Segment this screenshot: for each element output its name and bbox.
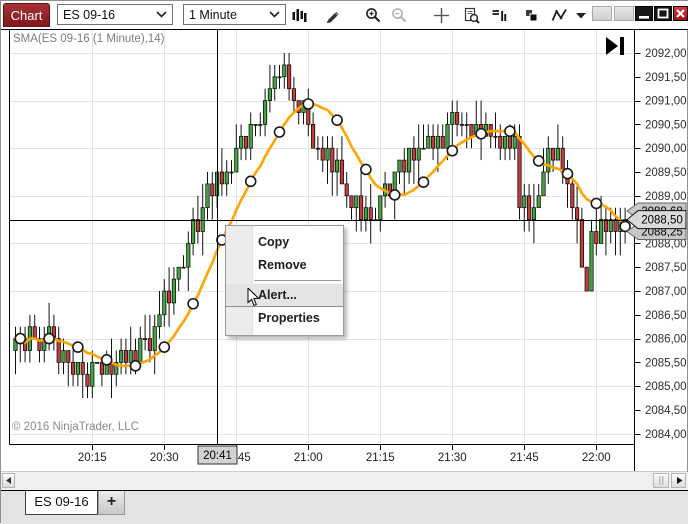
- scroll-right-icon: [673, 474, 685, 487]
- tab-bar: ES 09-16 +: [1, 491, 688, 524]
- chart-style-icon: [291, 7, 307, 23]
- svg-text:20:41: 20:41: [203, 450, 232, 462]
- svg-text:2090,00: 2090,00: [645, 143, 687, 155]
- svg-text:2089,00: 2089,00: [645, 191, 687, 203]
- time-axis: 20:1520:3020:4521:0021:1521:3021:4522:00: [78, 445, 611, 465]
- chart-canvas[interactable]: 2092,00 2091,50 2091,00 2090,50 2090,00 2089,…: [1, 1, 688, 524]
- svg-text:2089,50: 2089,50: [645, 167, 687, 179]
- svg-text:2088,50: 2088,50: [641, 215, 683, 227]
- svg-text:2086,50: 2086,50: [645, 310, 687, 322]
- data-box-icon: [463, 7, 480, 24]
- svg-text:2086,00: 2086,00: [645, 334, 687, 346]
- chart-window: 2092,00 2091,50 2091,00 2090,50 2090,00 2089,…: [0, 0, 688, 523]
- scroll-left-button[interactable]: [2, 473, 15, 488]
- data-box-button[interactable]: [459, 4, 483, 26]
- interval-dropdown[interactable]: 1 Minute: [183, 4, 286, 25]
- title-bar: Chart ES 09-16 1 Minute: [1, 1, 688, 29]
- minimize-icon: [637, 7, 651, 20]
- menu-separator: [254, 280, 341, 281]
- toolbar-blank-button-1: [592, 6, 612, 21]
- svg-text:21:00: 21:00: [294, 452, 323, 464]
- pencil-icon: [325, 7, 341, 23]
- chart-scrollbar: [1, 472, 688, 490]
- drawing-pencil-button[interactable]: [321, 4, 345, 26]
- price-axis: 2092,00 2091,50 2091,00 2090,50 2090,00 2089,…: [635, 48, 687, 441]
- toolbar-blank-button-2: [614, 6, 634, 21]
- drawing-tools-button[interactable]: [547, 4, 571, 26]
- scroll-right-button[interactable]: [671, 473, 686, 488]
- mouse-cursor: [247, 288, 260, 307]
- zoom-out-button[interactable]: [387, 4, 411, 26]
- svg-text:2090,50: 2090,50: [645, 119, 687, 131]
- svg-text:2088,00: 2088,00: [645, 238, 687, 250]
- close-button[interactable]: [673, 6, 688, 21]
- instrument-dropdown-value: ES 09-16: [63, 8, 115, 22]
- objects-icon: [523, 7, 539, 23]
- copyright-label: © 2016 NinjaTrader, LLC: [12, 421, 139, 433]
- chart-style-button[interactable]: [287, 4, 311, 26]
- dropdown-arrow-icon: [574, 7, 588, 23]
- drawing-tools-icon: [551, 7, 568, 23]
- zoom-in-icon: [365, 7, 382, 24]
- crosshair-icon: [433, 7, 450, 24]
- indicator-label: SMA(ES 09-16 (1 Minute),14): [13, 33, 164, 45]
- restore-button[interactable]: [654, 6, 672, 21]
- indicators-button[interactable]: [487, 4, 511, 26]
- minimize-button[interactable]: [635, 6, 653, 21]
- tab-es-09-16[interactable]: ES 09-16: [25, 491, 98, 515]
- svg-text:2084,50: 2084,50: [645, 405, 687, 417]
- go-to-end-icon: [604, 34, 628, 58]
- window-chart-tab[interactable]: Chart: [3, 3, 50, 27]
- go-to-end-button[interactable]: [603, 34, 629, 58]
- zoom-in-button[interactable]: [361, 4, 385, 26]
- scroll-left-icon: [3, 474, 14, 487]
- svg-text:2091,00: 2091,00: [645, 96, 687, 108]
- svg-text:21:45: 21:45: [510, 452, 539, 464]
- more-tools-dropdown-button[interactable]: [573, 4, 589, 26]
- context-menu: Copy Remove Alert... Properties: [225, 225, 344, 336]
- svg-text:21:30: 21:30: [438, 452, 467, 464]
- svg-text:2085,00: 2085,00: [645, 381, 687, 393]
- splitter-grip-button[interactable]: [653, 473, 669, 488]
- svg-text:2085,50: 2085,50: [645, 357, 687, 369]
- svg-text:2087,00: 2087,00: [645, 286, 687, 298]
- add-tab-button[interactable]: +: [98, 491, 125, 515]
- restore-icon: [656, 7, 670, 20]
- menu-item-copy[interactable]: Copy: [226, 231, 343, 254]
- svg-text:2084,00: 2084,00: [645, 429, 687, 441]
- instrument-dropdown[interactable]: ES 09-16: [57, 4, 173, 25]
- indicator-panel-icon: [491, 7, 507, 23]
- chart-objects-button[interactable]: [519, 4, 543, 26]
- menu-item-alert[interactable]: Alert...: [226, 284, 343, 307]
- svg-text:2091,50: 2091,50: [645, 72, 687, 84]
- svg-text:20:30: 20:30: [150, 452, 179, 464]
- splitter-grip-icon: [655, 474, 667, 487]
- svg-text:22:00: 22:00: [582, 452, 611, 464]
- menu-item-remove[interactable]: Remove: [226, 254, 343, 277]
- menu-item-properties[interactable]: Properties: [226, 307, 343, 330]
- chevron-down-icon: [156, 11, 167, 18]
- svg-text:21:15: 21:15: [366, 452, 395, 464]
- svg-text:2087,50: 2087,50: [645, 262, 687, 274]
- chevron-down-icon: [269, 11, 280, 18]
- interval-dropdown-value: 1 Minute: [189, 8, 237, 22]
- crosshair-button[interactable]: [429, 4, 453, 26]
- zoom-out-icon: [391, 7, 408, 24]
- close-icon: [674, 7, 687, 20]
- svg-text:2092,00: 2092,00: [645, 48, 687, 60]
- svg-text:20:15: 20:15: [78, 452, 107, 464]
